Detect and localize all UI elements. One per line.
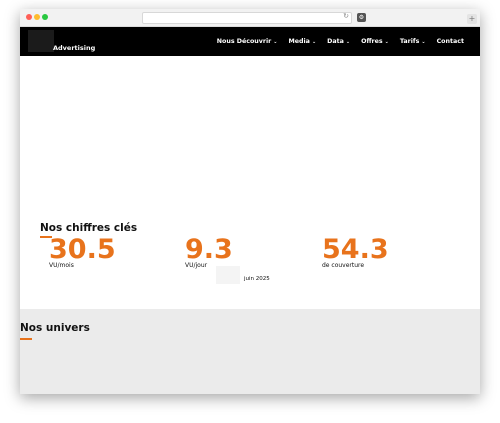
- site-logo[interactable]: [28, 30, 54, 52]
- close-window-button[interactable]: [26, 14, 32, 20]
- univers-section: Nos univers: [20, 309, 480, 394]
- nav-item-nous-decouvrir[interactable]: Nous Découvrir ⌄: [217, 38, 278, 45]
- stat-label-vu-jour: VU/jour: [185, 262, 208, 269]
- stat-label-couverture: de couverture: [322, 262, 365, 269]
- zoom-window-button[interactable]: [42, 14, 48, 20]
- nav-item-data[interactable]: Data ⌄: [327, 38, 350, 45]
- nav-item-media[interactable]: Media ⌄: [288, 38, 316, 45]
- chevron-down-icon: ⌄: [421, 39, 426, 45]
- address-bar[interactable]: ↻: [142, 12, 352, 24]
- stats-title: Nos chiffres clés: [40, 222, 138, 234]
- nav-item-contact[interactable]: Contact: [437, 38, 464, 45]
- univers-title: Nos univers: [20, 322, 90, 334]
- stat-value-couverture: 54.3: [322, 234, 389, 265]
- site-navbar: Advertising Nous Découvrir ⌄ Media ⌄ Data ⌄…: [20, 27, 480, 56]
- chevron-down-icon: ⌄: [345, 39, 351, 45]
- date-badge-bg: [216, 266, 240, 284]
- extension-icon[interactable]: ⚙: [357, 13, 366, 22]
- nav-item-offres[interactable]: Offres ⌄: [361, 38, 389, 45]
- stat-label-vu-mois: VU/mois: [49, 262, 74, 269]
- browser-window: ↻ ⚙ + Advertising Nous Découvrir ⌄ Media ⌄…: [20, 9, 480, 394]
- new-tab-button[interactable]: +: [467, 14, 477, 24]
- reload-icon[interactable]: ↻: [343, 12, 349, 20]
- browser-toolbar: ↻ ⚙ +: [20, 9, 480, 27]
- chevron-down-icon: ⌄: [273, 39, 278, 45]
- nav-item-tarifs[interactable]: Tarifs ⌄: [400, 38, 426, 45]
- stat-value-vu-mois: 30.5: [49, 234, 116, 265]
- main-nav: Nous Découvrir ⌄ Media ⌄ Data ⌄ Offres ⌄ Tar…: [206, 38, 464, 45]
- stats-date: juin 2025: [244, 276, 270, 282]
- brand-name[interactable]: Advertising: [53, 44, 95, 52]
- chevron-down-icon: ⌄: [384, 39, 389, 45]
- stat-value-vu-jour: 9.3: [185, 234, 233, 265]
- chevron-down-icon: ⌄: [311, 39, 317, 45]
- minimize-window-button[interactable]: [34, 14, 40, 20]
- univers-title-underline: [20, 338, 32, 340]
